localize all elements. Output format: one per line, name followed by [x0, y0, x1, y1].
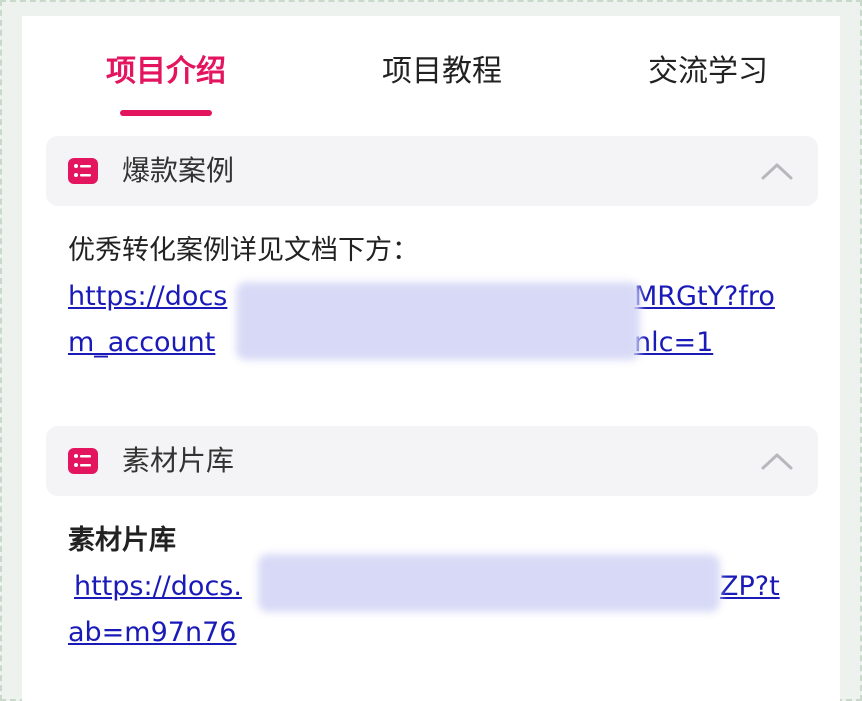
- active-tab-indicator: [120, 110, 212, 116]
- intro-text: 优秀转化案例详见文档下方：: [68, 235, 419, 266]
- section-header-material-library[interactable]: 素材片库: [46, 426, 818, 496]
- doc-link-part[interactable]: https://docs: [68, 281, 227, 312]
- tab-community-learning[interactable]: 交流学习: [640, 52, 776, 92]
- doc-link-part[interactable]: https://docs.: [74, 571, 242, 602]
- content-card: 项目介绍 项目教程 交流学习 爆款案例 优秀转化案例详见文档下方： https:…: [22, 16, 840, 701]
- doc-link-part[interactable]: nlc=1: [634, 320, 713, 366]
- section-header-hot-cases[interactable]: 爆款案例: [46, 136, 818, 206]
- redaction-blur: [236, 282, 640, 360]
- tab-project-intro[interactable]: 项目介绍: [98, 52, 234, 92]
- doc-link-part[interactable]: ab=m97n76: [68, 617, 236, 648]
- tab-project-tutorial[interactable]: 项目教程: [374, 52, 510, 92]
- doc-link-part[interactable]: m_account: [68, 327, 215, 358]
- section-title: 素材片库: [122, 444, 235, 477]
- chevron-up-icon[interactable]: [760, 156, 794, 186]
- chevron-up-icon[interactable]: [760, 446, 794, 476]
- redaction-blur: [258, 554, 720, 612]
- doc-link-part[interactable]: MRGtY?fro: [634, 274, 775, 320]
- list-icon: [68, 158, 98, 184]
- list-icon: [68, 448, 98, 474]
- section-title: 爆款案例: [122, 154, 235, 187]
- doc-link-part[interactable]: ZP?t: [720, 564, 780, 610]
- tab-bar: 项目介绍 项目教程 交流学习: [22, 16, 840, 126]
